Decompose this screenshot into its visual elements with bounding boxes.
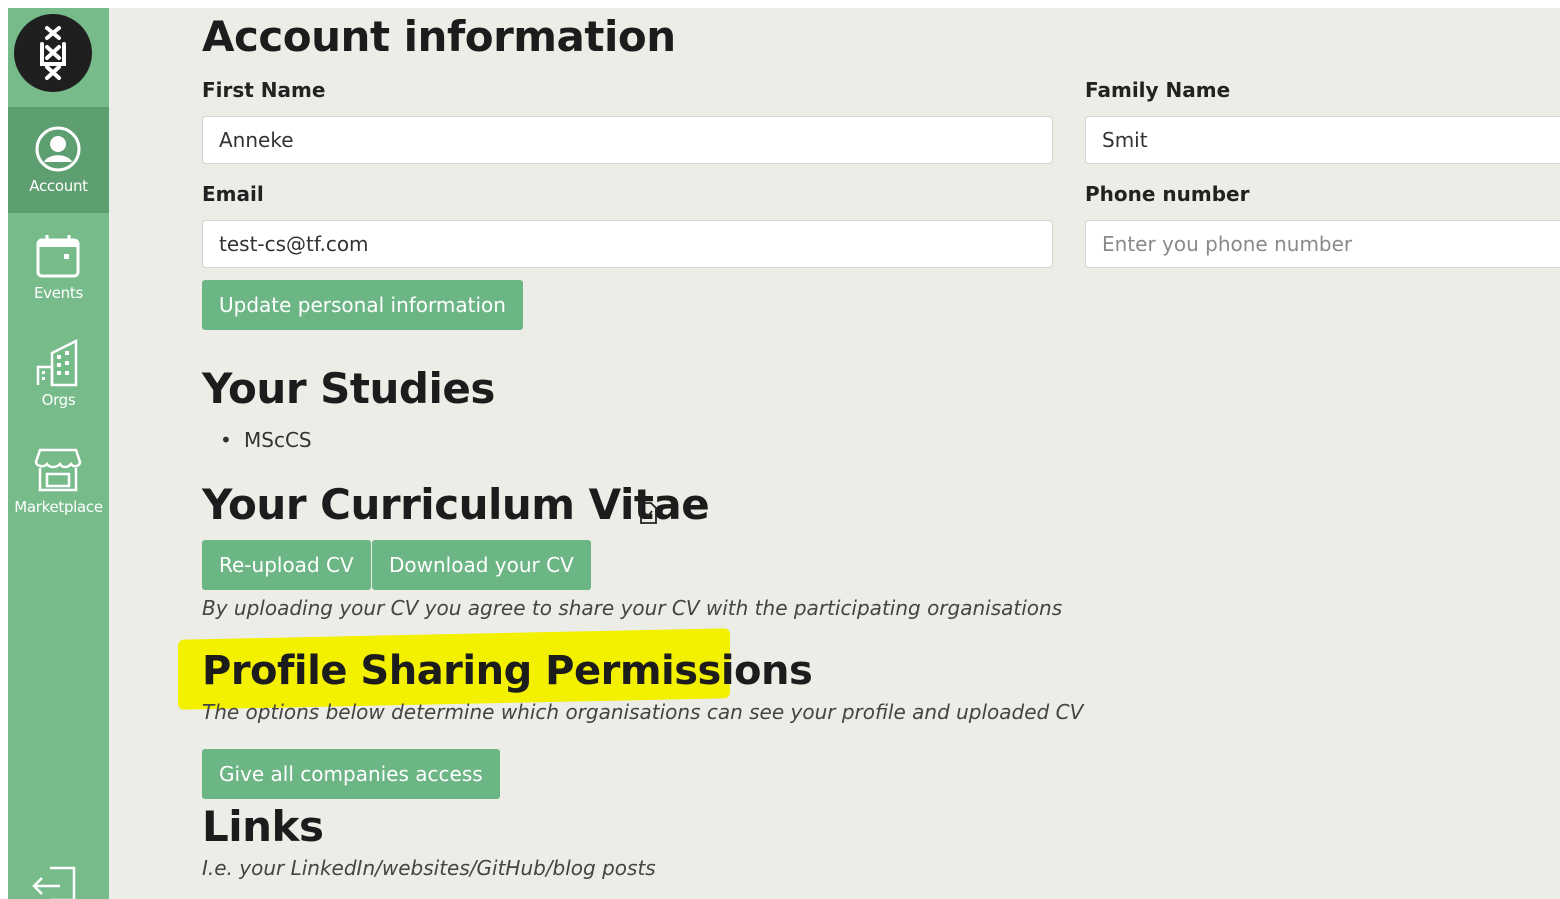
user-circle-icon (35, 126, 81, 172)
download-cv-button[interactable]: Download your CV (372, 540, 591, 590)
logout-icon[interactable] (30, 864, 78, 899)
cv-title: Your Curriculum Vitae (202, 480, 710, 529)
email-label: Email (202, 182, 264, 206)
sidebar-item-label: Orgs (41, 391, 76, 409)
links-note: I.e. your LinkedIn/websites/GitHub/blog … (202, 856, 656, 880)
calendar-icon (36, 235, 80, 278)
studies-list: MScCS (220, 428, 312, 452)
sidebar-item-events[interactable]: Events (8, 214, 109, 320)
sidebar-item-label: Marketplace (14, 498, 103, 516)
phone-field-wrapper (1085, 220, 1560, 268)
sidebar-item-marketplace[interactable]: Marketplace (8, 428, 109, 534)
sidebar-item-orgs[interactable]: Orgs (8, 321, 109, 427)
studies-title: Your Studies (202, 364, 495, 413)
cv-note: By uploading your CV you agree to share … (202, 596, 1063, 620)
first-name-input[interactable] (203, 117, 1052, 163)
storefront-icon (34, 448, 82, 492)
sidebar-item-label: Events (34, 284, 83, 302)
family-name-label: Family Name (1085, 78, 1231, 102)
first-name-label: First Name (202, 78, 326, 102)
give-all-companies-access-button[interactable]: Give all companies access (202, 749, 500, 799)
phone-label: Phone number (1085, 182, 1250, 206)
phone-input[interactable] (1086, 221, 1560, 267)
page-title: Account information (202, 12, 676, 61)
permissions-note: The options below determine which organi… (202, 700, 1084, 724)
email-field-wrapper (202, 220, 1053, 268)
reupload-cv-button[interactable]: Re-upload CV (202, 540, 371, 590)
building-icon (36, 339, 78, 387)
sidebar: Account Events Orgs Marketplace (8, 8, 109, 899)
permissions-title: Profile Sharing Permissions (202, 648, 813, 694)
uva-logo-icon[interactable] (14, 14, 92, 92)
update-personal-info-button[interactable]: Update personal information (202, 280, 523, 330)
list-item: MScCS (220, 428, 312, 452)
links-title: Links (202, 802, 324, 851)
first-name-field-wrapper (202, 116, 1053, 164)
family-name-field-wrapper (1085, 116, 1560, 164)
account-page: Account information First Name Family Na… (178, 8, 1560, 899)
document-check-icon (640, 502, 657, 524)
sidebar-item-label: Account (29, 177, 88, 195)
family-name-input[interactable] (1086, 117, 1560, 163)
app-frame: Account Events Orgs Marketplace Account … (8, 8, 1560, 899)
sidebar-item-account[interactable]: Account (8, 107, 109, 213)
email-input[interactable] (203, 221, 1052, 267)
